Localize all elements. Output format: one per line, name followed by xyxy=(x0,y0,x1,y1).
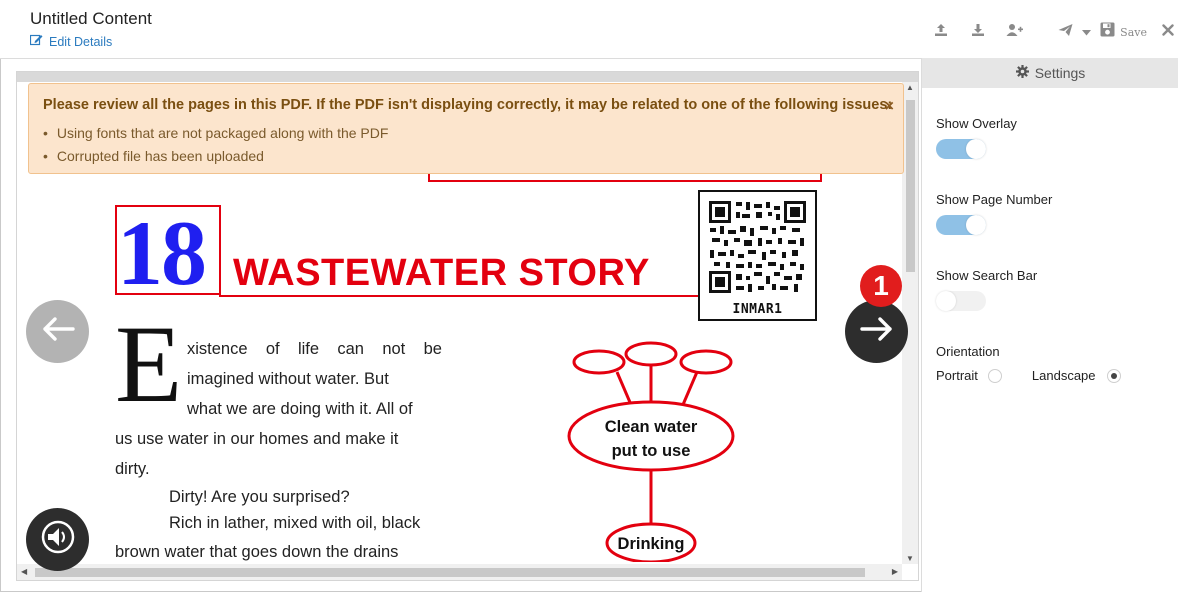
line-rich: Rich in lather, mixed with oil, black xyxy=(169,514,421,532)
toggle-knob xyxy=(966,215,986,235)
gear-icon xyxy=(1015,65,1029,81)
show-search-bar-toggle[interactable] xyxy=(936,291,986,311)
save-icon xyxy=(1100,22,1115,42)
word: can xyxy=(337,340,364,358)
chapter-underline xyxy=(219,295,699,297)
previous-page-button[interactable] xyxy=(26,300,89,363)
banner-item: Using fonts that are not packaged along … xyxy=(43,122,389,145)
word: not xyxy=(382,340,406,358)
intro-line-4: us use water in our homes and make it xyxy=(115,430,399,448)
download-button[interactable] xyxy=(967,19,989,45)
toggle-knob xyxy=(966,139,986,159)
body-line: brown water that goes down the drains xyxy=(115,537,442,564)
word: xistence xyxy=(187,340,248,358)
portrait-radio[interactable] xyxy=(987,368,1002,383)
qr-code-label: INMAR1 xyxy=(732,302,783,317)
orientation-label: Orientation xyxy=(936,344,1000,359)
show-page-number-toggle[interactable] xyxy=(936,215,986,235)
landscape-radio[interactable] xyxy=(1106,368,1121,383)
caret-down-icon xyxy=(1081,23,1091,41)
scroll-up-icon[interactable]: ▲ xyxy=(906,83,914,92)
portrait-label: Portrait xyxy=(936,368,978,383)
edit-icon xyxy=(29,34,43,49)
chapter-number: 18 xyxy=(117,202,207,304)
diagram-center-line-2: put to use xyxy=(612,442,691,460)
banner-close-button[interactable]: × xyxy=(885,98,894,116)
add-user-button[interactable] xyxy=(1004,19,1026,45)
settings-header: Settings xyxy=(922,58,1178,88)
edit-details-label: Edit Details xyxy=(49,34,113,49)
word: life xyxy=(297,340,320,358)
intro-line-3: what we are doing with it. All of xyxy=(187,400,413,418)
diagram-bottom-label: Drinking xyxy=(618,535,685,553)
body-line: imagined without water. But xyxy=(187,364,442,394)
send-button[interactable] xyxy=(1054,19,1076,45)
intro-line-2: imagined without water. But xyxy=(187,370,389,388)
audio-icon xyxy=(39,518,77,561)
water-use-diagram: Clean water put to use Drinking xyxy=(567,341,735,562)
banner-item: Corrupted file has been uploaded xyxy=(43,145,388,168)
intro-line-1: xistence of life can not be xyxy=(187,334,442,364)
header: Untitled Content Edit Details Save xyxy=(0,0,1178,59)
save-label: Save xyxy=(1120,25,1147,39)
close-icon xyxy=(1162,23,1174,41)
horizontal-scrollbar[interactable]: ◀ ▶ xyxy=(17,564,902,580)
show-page-number-label: Show Page Number xyxy=(936,192,1053,207)
body-line: us use water in our homes and make it xyxy=(115,424,442,454)
body-line: dirty. xyxy=(115,454,150,484)
scroll-right-icon[interactable]: ▶ xyxy=(892,567,898,576)
vertical-scroll-thumb[interactable] xyxy=(906,100,915,272)
body-line: what we are doing with it. All of xyxy=(187,394,442,424)
add-user-icon xyxy=(1006,23,1024,42)
horizontal-scroll-thumb[interactable] xyxy=(35,568,865,577)
orientation-options: Portrait Landscape xyxy=(936,368,1121,383)
toolbar: Save xyxy=(930,18,1178,46)
download-icon xyxy=(971,23,985,42)
body-line: Rich in lather, mixed with oil, black xyxy=(169,508,442,538)
send-options-dropdown[interactable] xyxy=(1079,19,1093,45)
banner-list: Using fonts that are not packaged along … xyxy=(43,122,389,168)
arrow-right-icon xyxy=(859,316,894,347)
qr-code: INMAR1 xyxy=(698,190,817,321)
upload-button[interactable] xyxy=(930,19,952,45)
upload-icon xyxy=(934,23,948,42)
intro-line-5: dirty. xyxy=(115,460,150,478)
pdf-warning-banner: Please review all the pages in this PDF.… xyxy=(28,83,904,174)
step-badge: 1 xyxy=(860,265,902,307)
word: of xyxy=(265,340,280,358)
settings-panel: Settings Show Overlay Show Page Number S… xyxy=(921,58,1178,592)
save-button[interactable]: Save xyxy=(1100,19,1147,45)
audio-button[interactable] xyxy=(26,508,89,571)
arrow-left-icon xyxy=(41,316,75,347)
show-search-bar-label: Show Search Bar xyxy=(936,268,1038,283)
settings-title: Settings xyxy=(1034,65,1086,81)
edit-details-link[interactable]: Edit Details xyxy=(29,34,113,49)
send-icon xyxy=(1058,23,1073,42)
body-line: xistence of life can not be xyxy=(187,334,442,364)
next-page-button[interactable] xyxy=(845,300,908,363)
qr-code-icon xyxy=(708,200,807,294)
drop-cap: E xyxy=(115,303,183,425)
word: be xyxy=(423,340,442,358)
diagram-center-line-1: Clean water xyxy=(605,418,698,436)
line-brown: brown water that goes down the drains xyxy=(115,543,399,561)
banner-title: Please review all the pages in this PDF.… xyxy=(43,97,893,113)
show-overlay-toggle[interactable] xyxy=(936,139,986,159)
close-button[interactable] xyxy=(1160,19,1176,45)
chapter-title: WASTEWATER STORY xyxy=(233,252,650,294)
content-title: Untitled Content xyxy=(30,9,152,28)
viewer-topbar xyxy=(17,72,918,82)
toggle-knob xyxy=(936,291,956,311)
show-overlay-label: Show Overlay xyxy=(936,116,1017,131)
scroll-left-icon[interactable]: ◀ xyxy=(21,567,27,576)
scroll-down-icon[interactable]: ▼ xyxy=(906,554,914,563)
landscape-label: Landscape xyxy=(1031,368,1096,383)
